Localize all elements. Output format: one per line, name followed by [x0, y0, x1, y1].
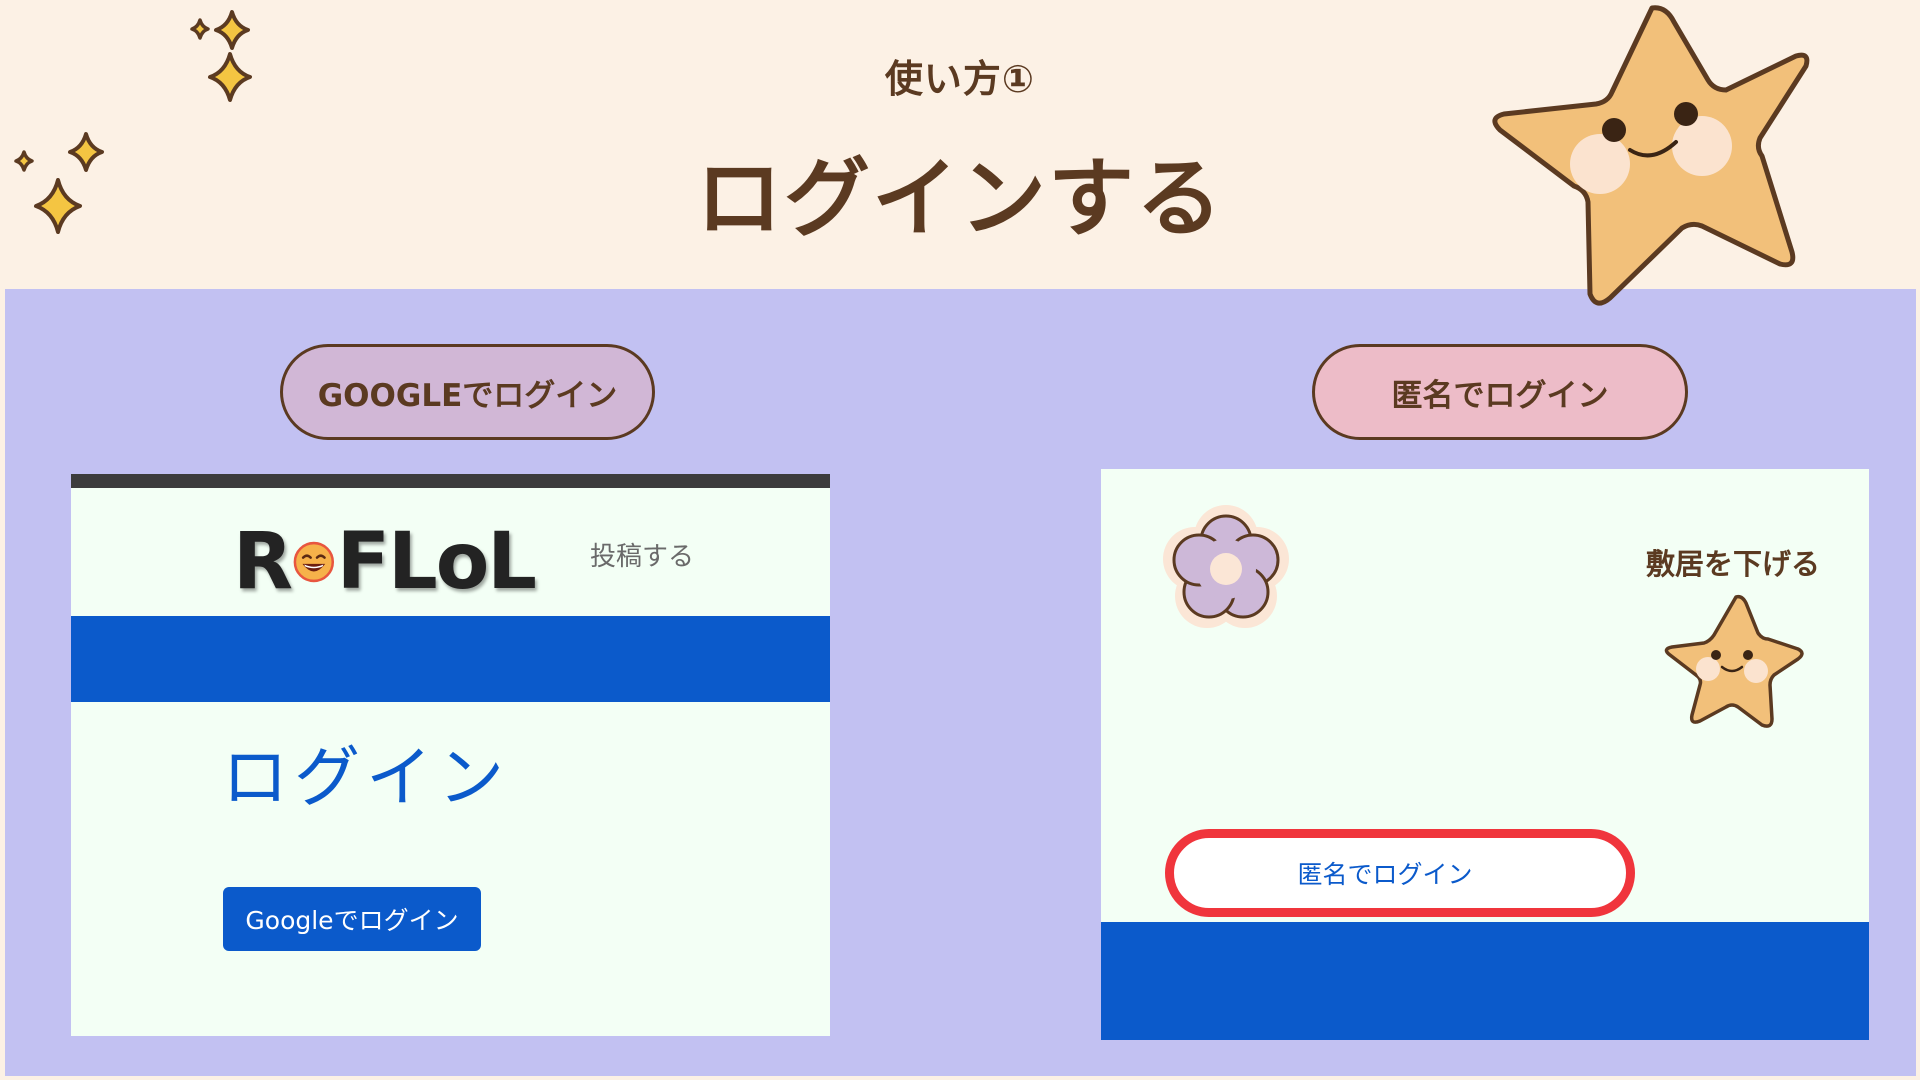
logo-text-end: FLoL: [336, 517, 537, 607]
anonymous-login-label: 匿名でログイン: [1312, 344, 1688, 440]
sparkle-icon: [14, 132, 104, 234]
threshold-caption: 敷居を下げる: [1646, 547, 1821, 581]
browser-top-bar: [71, 474, 830, 488]
flower-icon: [1163, 505, 1289, 628]
star-mascot-icon: [1492, 5, 1810, 306]
anonymous-login-screenshot: 敷居を下げる 匿名でログイン: [1101, 469, 1869, 1040]
login-heading: ログイン: [222, 739, 510, 816]
star-mascot-icon: [1664, 594, 1804, 728]
anonymous-login-button[interactable]: 匿名でログイン: [1165, 829, 1635, 917]
laughing-face-icon: [293, 541, 335, 583]
logo-text-start: R: [233, 517, 293, 607]
footer-band: [1101, 922, 1869, 1040]
google-login-label: GOOGLEでログイン: [280, 344, 655, 440]
google-login-screenshot: R FLoL 投稿する ログイン Googleでログイン: [71, 474, 830, 1036]
app-logo[interactable]: R FLoL: [233, 512, 537, 612]
nav-band: [71, 616, 830, 702]
post-link[interactable]: 投稿する: [590, 536, 694, 573]
sparkle-icon: [190, 10, 252, 102]
google-login-button[interactable]: Googleでログイン: [223, 887, 481, 951]
